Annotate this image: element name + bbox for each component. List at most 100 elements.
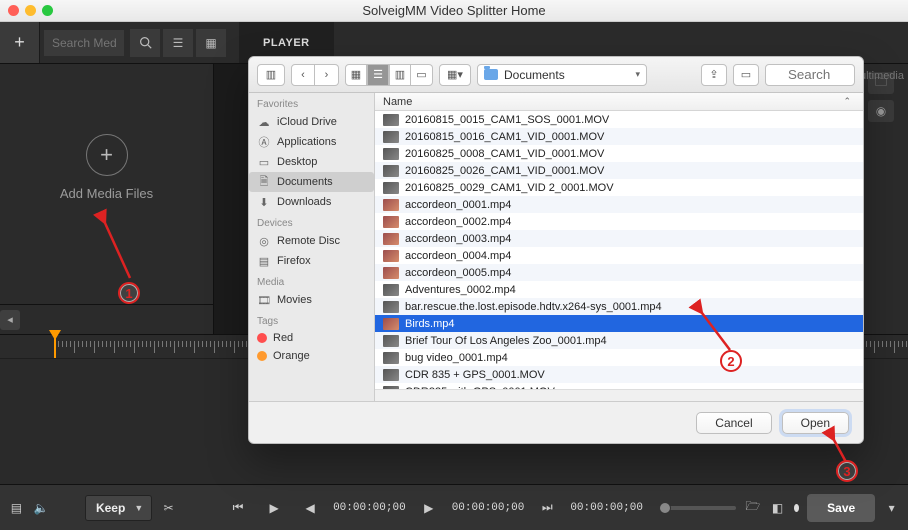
forward-button[interactable]: › [315, 64, 339, 86]
file-row[interactable]: Birds.mp4 [375, 315, 863, 332]
folder-open-icon[interactable]: 🗁 [744, 498, 761, 518]
add-media-zone[interactable]: + Add Media Files [0, 134, 213, 201]
maximize-icon[interactable] [42, 5, 53, 16]
list-view-icon[interactable]: ☰ [367, 64, 389, 86]
nav-back-forward: ‹ › [291, 64, 339, 86]
file-row[interactable]: accordeon_0005.mp4 [375, 264, 863, 281]
step-back-icon[interactable]: ◀ [297, 498, 323, 518]
marker-icon[interactable]: ◧ [769, 498, 786, 518]
apps-icon: Ⓐ [257, 135, 271, 149]
next-icon[interactable]: ⏭ [534, 498, 560, 518]
timecode-1: 00:00:00;00 [333, 502, 406, 514]
cut-icon[interactable]: ✂ [160, 498, 177, 518]
add-button[interactable]: + [0, 22, 40, 63]
file-row[interactable]: CDR 835 + GPS_0001.MOV [375, 366, 863, 383]
save-button[interactable]: Save [807, 494, 875, 522]
arrange-menu[interactable]: ▦▾ [439, 64, 471, 86]
open-file-dialog: ▥ ‹ › ▦ ☰ ▥ ▭ ▦▾ Documents ⇪ ▭ Favorites… [248, 56, 864, 444]
movies-icon: 🎞 [257, 293, 271, 307]
file-name: 20160825_0008_CAM1_VID_0001.MOV [405, 148, 604, 160]
red-dot-icon [257, 333, 267, 343]
video-file-icon [383, 233, 399, 245]
panel-left-icon[interactable]: ◂ [0, 310, 20, 330]
timecode-3: 00:00:00;00 [570, 502, 643, 514]
horizontal-scrollbar[interactable] [375, 389, 863, 401]
traffic-lights [0, 5, 53, 16]
sidebar-item-desktop[interactable]: ▭Desktop [249, 152, 374, 172]
file-name: accordeon_0005.mp4 [405, 267, 511, 279]
camera-icon[interactable]: ◉ [868, 100, 894, 122]
titlebar: SolveigMM Video Splitter Home [0, 0, 908, 22]
mute-icon[interactable]: 🔈 [33, 498, 50, 518]
minimize-icon[interactable] [25, 5, 36, 16]
file-row[interactable]: 20160815_0015_CAM1_SOS_0001.MOV [375, 111, 863, 128]
orange-dot-icon [257, 351, 267, 361]
cloud-icon: ☁ [257, 115, 271, 129]
prev-icon[interactable]: ⏮ [225, 498, 251, 518]
sidebar-item-downloads[interactable]: ⬇Downloads [249, 192, 374, 212]
bottombar: ▤ 🔈 Keep ✂ ⏮ ▶ ◀ 00:00:00;00 ▶ 00:00:00;… [0, 484, 908, 530]
file-row[interactable]: Brief Tour Of Los Angeles Zoo_0001.mp4 [375, 332, 863, 349]
play-icon[interactable]: ▶ [261, 498, 287, 518]
file-name: bug video_0001.mp4 [405, 352, 508, 364]
file-row[interactable]: 20160825_0026_CAM1_VID_0001.MOV [375, 162, 863, 179]
file-row[interactable]: accordeon_0002.mp4 [375, 213, 863, 230]
location-popup[interactable]: Documents [477, 64, 647, 86]
tags-icon[interactable]: ▭ [733, 64, 759, 86]
toggle-sidebar-icon[interactable]: ▥ [257, 64, 285, 86]
back-button[interactable]: ‹ [291, 64, 315, 86]
keep-select[interactable]: Keep [85, 495, 152, 521]
location-label: Documents [504, 68, 565, 82]
file-name: accordeon_0004.mp4 [405, 250, 511, 262]
file-name: Brief Tour Of Los Angeles Zoo_0001.mp4 [405, 335, 607, 347]
file-name: CDR 835 + GPS_0001.MOV [405, 369, 545, 381]
video-file-icon [383, 301, 399, 313]
video-file-icon [383, 199, 399, 211]
open-button[interactable]: Open [782, 412, 849, 434]
column-header-name[interactable]: Name ⌃ [375, 93, 863, 111]
share-icon[interactable]: ⇪ [701, 64, 727, 86]
layout-icon[interactable]: ▤ [8, 498, 25, 518]
sidebar-item-movies[interactable]: 🎞Movies [249, 290, 374, 310]
icon-view-icon[interactable]: ▦ [345, 64, 367, 86]
grid-view-icon[interactable]: ▦ [196, 29, 226, 57]
sidebar-header-media: Media [249, 271, 374, 290]
cancel-button[interactable]: Cancel [696, 412, 771, 434]
dialog-toolbar: ▥ ‹ › ▦ ☰ ▥ ▭ ▦▾ Documents ⇪ ▭ [249, 57, 863, 93]
file-list[interactable]: 20160815_0015_CAM1_SOS_0001.MOV20160815_… [375, 111, 863, 389]
sidebar-item-remote-disc[interactable]: ◎Remote Disc [249, 231, 374, 251]
window-title: SolveigMM Video Splitter Home [0, 3, 908, 18]
timecode-2: 00:00:00;00 [452, 502, 525, 514]
search-icon[interactable] [130, 29, 160, 57]
file-row[interactable]: Adventures_0002.mp4 [375, 281, 863, 298]
file-row[interactable]: 20160815_0016_CAM1_VID_0001.MOV [375, 128, 863, 145]
file-row[interactable]: accordeon_0004.mp4 [375, 247, 863, 264]
file-row[interactable]: accordeon_0001.mp4 [375, 196, 863, 213]
column-view-icon[interactable]: ▥ [389, 64, 411, 86]
file-row[interactable]: 20160825_0008_CAM1_VID_0001.MOV [375, 145, 863, 162]
video-file-icon [383, 182, 399, 194]
zoom-slider[interactable] [659, 506, 736, 510]
sidebar-item-red[interactable]: Red [249, 329, 374, 347]
step-fwd-icon[interactable]: ▶ [416, 498, 442, 518]
sidebar-header-favorites: Favorites [249, 93, 374, 112]
search-media-input[interactable] [44, 30, 124, 56]
dialog-search-input[interactable] [765, 64, 855, 86]
record-dot-icon[interactable] [794, 504, 799, 512]
sidebar-item-firefox[interactable]: ▤Firefox [249, 251, 374, 271]
sidebar-item-icloud[interactable]: ☁iCloud Drive [249, 112, 374, 132]
sidebar-item-applications[interactable]: ⒶApplications [249, 132, 374, 152]
drive-icon: ▤ [257, 254, 271, 268]
sidebar-header-devices: Devices [249, 212, 374, 231]
list-view-icon[interactable]: ☰ [163, 29, 193, 57]
file-row[interactable]: bar.rescue.the.lost.episode.hdtv.x264-sy… [375, 298, 863, 315]
sidebar-item-documents[interactable]: 🗎Documents [249, 172, 374, 192]
sidebar-item-orange[interactable]: Orange [249, 347, 374, 365]
close-icon[interactable] [8, 5, 19, 16]
save-dropdown-icon[interactable]: ▾ [883, 498, 900, 518]
playhead[interactable] [54, 335, 56, 358]
file-row[interactable]: accordeon_0003.mp4 [375, 230, 863, 247]
file-row[interactable]: bug video_0001.mp4 [375, 349, 863, 366]
file-row[interactable]: 20160825_0029_CAM1_VID 2_0001.MOV [375, 179, 863, 196]
coverflow-view-icon[interactable]: ▭ [411, 64, 433, 86]
